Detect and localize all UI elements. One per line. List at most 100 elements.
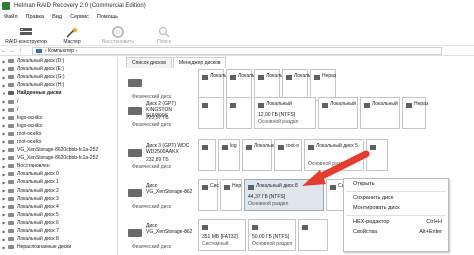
expand-icon[interactable]: ▶ bbox=[0, 180, 8, 185]
expand-icon[interactable]: ▶ bbox=[0, 148, 8, 153]
tab-bar: Список дисков Менеджер дисков bbox=[120, 57, 474, 68]
expand-icon[interactable]: ▶ bbox=[0, 204, 8, 209]
expand-icon[interactable]: ▶ bbox=[0, 139, 8, 144]
expand-icon[interactable]: ▶ bbox=[0, 59, 8, 64]
partition[interactable]: Сис bbox=[198, 179, 219, 211]
expand-icon[interactable]: ▶ bbox=[0, 75, 8, 80]
partition[interactable] bbox=[198, 97, 224, 129]
expand-icon[interactable]: ▶ bbox=[0, 212, 8, 217]
sidebar-item[interactable]: ▶ VG_XenStorage-8620cbbb-fc1a-252 bbox=[0, 146, 117, 154]
expand-icon[interactable]: ▶ bbox=[0, 229, 8, 234]
ctx-mount-disk[interactable]: Монтировать диск bbox=[344, 203, 448, 214]
sidebar-item[interactable]: ▶ Локальный диск (E:) bbox=[0, 65, 117, 73]
expand-icon[interactable]: ▶ bbox=[0, 83, 8, 88]
sidebar-item-label: Найденные диски bbox=[17, 90, 62, 97]
expand-icon[interactable]: ▶ bbox=[0, 164, 8, 169]
sidebar-item[interactable]: ▶ Локальный диск 8 bbox=[0, 235, 117, 243]
expand-icon[interactable]: ▶ bbox=[0, 220, 8, 225]
expand-icon[interactable]: ▶ bbox=[0, 245, 8, 250]
menu-service[interactable]: Сервис bbox=[66, 14, 93, 20]
menu-edit[interactable]: Правка bbox=[22, 14, 49, 20]
sidebar-item[interactable]: ▶ Локальный диск 0 bbox=[0, 170, 117, 178]
ctx-properties[interactable]: Свойства Alt+Enter bbox=[344, 227, 448, 238]
sidebar-item[interactable]: ▶ Локальный диск 2 bbox=[0, 187, 117, 195]
tab-disk-manager[interactable]: Менеджер дисков bbox=[172, 57, 227, 68]
sidebar-item[interactable]: ▶ Локальный диск (G:) bbox=[0, 73, 117, 81]
ctx-hex-editor[interactable]: HEX-редактор Ctrl+H bbox=[344, 217, 448, 228]
expand-icon[interactable]: ▼ bbox=[0, 91, 8, 96]
sidebar-item[interactable]: ▼ Найденные диски bbox=[0, 89, 117, 97]
sidebar-item[interactable]: ▶ Нераспознанные диски bbox=[0, 243, 117, 251]
partition[interactable]: log bbox=[218, 139, 240, 171]
partition[interactable]: Локальный bbox=[318, 97, 358, 129]
ctx-open[interactable]: Открыть bbox=[344, 179, 448, 190]
menu-view[interactable]: Вид bbox=[48, 14, 66, 20]
drive-icon bbox=[8, 115, 14, 120]
back-arrow-icon[interactable]: ← bbox=[0, 48, 8, 54]
expand-icon[interactable]: ▶ bbox=[0, 131, 8, 136]
partition[interactable] bbox=[198, 139, 216, 171]
drive-icon bbox=[8, 220, 14, 225]
expand-icon[interactable]: ▶ bbox=[0, 115, 8, 120]
search-button[interactable]: Поиск bbox=[144, 26, 184, 45]
drive-icon bbox=[8, 237, 14, 242]
ctx-save-disk[interactable]: Сохранить диск bbox=[344, 193, 448, 204]
partition-icon bbox=[252, 225, 258, 230]
lifebuoy-icon bbox=[112, 26, 124, 38]
partition[interactable] bbox=[298, 219, 328, 251]
sidebar-item[interactable]: ▶ Локальный диск 7 bbox=[0, 227, 117, 235]
search-icon bbox=[158, 26, 170, 38]
expand-icon[interactable]: ▶ bbox=[0, 156, 8, 161]
drive-icon bbox=[8, 83, 14, 88]
partition-size: 12,00 ГБ [NTFS] bbox=[258, 112, 296, 118]
sidebar-item[interactable]: ▶ / bbox=[0, 97, 117, 105]
sidebar-item[interactable]: ▶ logs-ocнiks bbox=[0, 122, 117, 130]
expand-icon[interactable]: ▶ bbox=[0, 237, 8, 242]
up-arrow-icon[interactable]: ↑ bbox=[16, 48, 24, 54]
partition[interactable]: Нер bbox=[220, 179, 242, 211]
expand-icon[interactable]: ▶ bbox=[0, 107, 8, 112]
sidebar-item-label: / bbox=[17, 98, 19, 105]
partition[interactable]: 351 МБ [FAT32] Системный bbox=[198, 219, 246, 251]
hard-disk-icon bbox=[128, 229, 142, 237]
partition-size: 50,00 ГБ [NTFS] bbox=[252, 234, 290, 240]
partition[interactable]: Локальный bbox=[242, 139, 280, 171]
raid-builder-button[interactable]: RAID-конструктор bbox=[5, 26, 47, 45]
partition[interactable] bbox=[226, 97, 252, 129]
path-field[interactable]: › Компьютер › bbox=[32, 46, 442, 55]
expand-icon[interactable]: ▶ bbox=[0, 196, 8, 201]
sidebar-item[interactable]: ▶ Локальный диск (D:) bbox=[0, 57, 117, 65]
partition-icon bbox=[314, 75, 320, 80]
sidebar-item[interactable]: ▶ Локальный диск 4 bbox=[0, 203, 117, 211]
expand-icon[interactable]: ▶ bbox=[0, 99, 8, 104]
sidebar-item[interactable]: ▶ / bbox=[0, 106, 117, 114]
sidebar-item[interactable]: ▶ Восстановлен bbox=[0, 162, 117, 170]
menu-help[interactable]: Помощь bbox=[93, 14, 122, 20]
restore-button[interactable]: Восстановить bbox=[98, 26, 138, 45]
hard-disk-icon bbox=[128, 107, 142, 115]
partition[interactable]: Нераз bbox=[402, 97, 428, 129]
expand-icon[interactable]: ▶ bbox=[0, 67, 8, 72]
partition[interactable]: Локальный 12,00 ГБ [NTFS] Основной раздел bbox=[254, 97, 316, 129]
sidebar-item[interactable]: ▶ VG_XenStorage-8620cbbb-fc1a-252 bbox=[0, 154, 117, 162]
partition-label: Сис bbox=[210, 183, 219, 189]
sidebar-item[interactable]: ▶ root-ocнiks bbox=[0, 130, 117, 138]
sidebar-item[interactable]: ▶ Локальный диск 5 bbox=[0, 211, 117, 219]
forward-arrow-icon[interactable]: → bbox=[8, 48, 16, 54]
menu-file[interactable]: Файл bbox=[0, 14, 22, 20]
expand-icon[interactable]: ▶ bbox=[0, 172, 8, 177]
sidebar-item[interactable]: ▶ Локальный диск 6 bbox=[0, 219, 117, 227]
partition[interactable]: Локальный bbox=[360, 97, 400, 129]
expand-icon[interactable]: ▶ bbox=[0, 123, 8, 128]
sidebar-item[interactable]: ▶ Локальный диск 3 bbox=[0, 195, 117, 203]
sidebar-item[interactable]: ▶ Локальный диск (H:) bbox=[0, 81, 117, 89]
wizard-button[interactable]: Мастер bbox=[52, 26, 92, 45]
partition-icon bbox=[370, 145, 376, 150]
sidebar-item[interactable]: ▶ root-ocнiks bbox=[0, 138, 117, 146]
tab-disk-list[interactable]: Список дисков bbox=[126, 57, 172, 68]
partition[interactable]: 50,00 ГБ [NTFS] Основной раздел bbox=[248, 219, 296, 251]
partition[interactable]: root-o bbox=[274, 139, 302, 171]
sidebar-item[interactable]: ▶ Локальный диск 1 bbox=[0, 178, 117, 186]
sidebar-item[interactable]: ▶ logs-ocнiks bbox=[0, 114, 117, 122]
expand-icon[interactable]: ▶ bbox=[0, 188, 8, 193]
